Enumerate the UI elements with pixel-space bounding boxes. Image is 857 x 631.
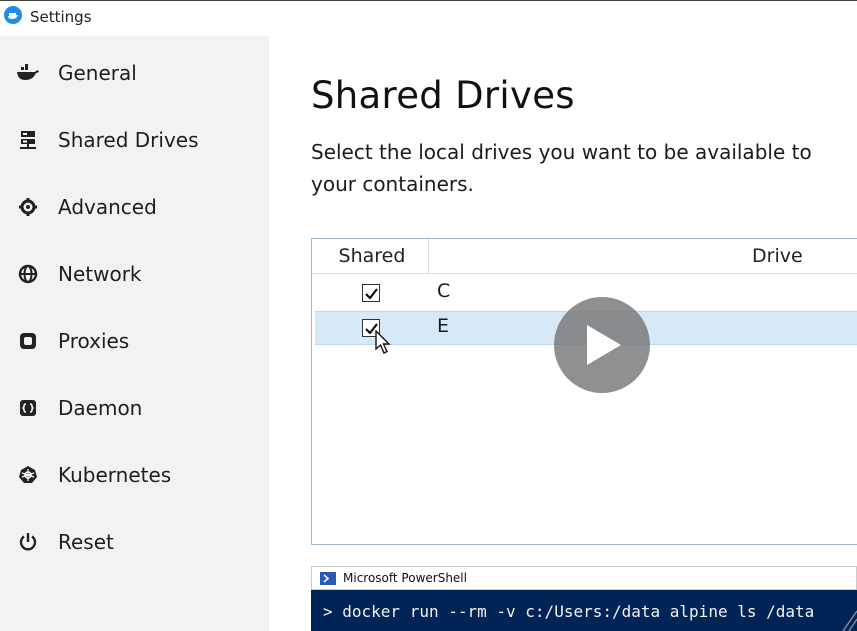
globe-icon	[16, 262, 40, 286]
sidebar-item-proxies[interactable]: Proxies	[0, 319, 269, 363]
table-header: Shared Drive	[312, 239, 857, 274]
sidebar-item-general[interactable]: General	[0, 51, 269, 95]
sidebar-item-daemon[interactable]: Daemon	[0, 386, 269, 430]
sidebar-item-advanced[interactable]: Advanced	[0, 185, 269, 229]
sidebar-item-label: General	[58, 61, 137, 85]
gear-icon	[16, 195, 40, 219]
sidebar-item-kubernetes[interactable]: Kubernetes	[0, 453, 269, 497]
docker-app-icon	[4, 6, 22, 24]
daemon-icon	[16, 396, 40, 420]
play-icon	[587, 325, 621, 365]
drive-letter: E	[437, 315, 450, 337]
powershell-icon	[320, 572, 336, 585]
sidebar-item-label: Advanced	[58, 195, 157, 219]
drive-letter: C	[437, 280, 451, 302]
checkmark-icon	[364, 287, 378, 299]
proxies-icon	[16, 329, 40, 353]
column-header-shared[interactable]: Shared	[316, 239, 429, 273]
sidebar-item-label: Shared Drives	[58, 128, 199, 152]
drives-table: Shared Drive C E	[311, 238, 857, 545]
kubernetes-icon	[16, 463, 40, 487]
column-header-drive[interactable]: Drive	[752, 239, 803, 273]
sidebar-item-label: Network	[58, 262, 142, 286]
powershell-titlebar: Microsoft PowerShell	[311, 566, 857, 590]
page-description: Select the local drives you want to be a…	[311, 140, 812, 196]
video-play-button[interactable]	[554, 297, 650, 393]
shared-checkbox[interactable]	[362, 284, 380, 302]
powershell-window: Microsoft PowerShell > docker run --rm -…	[311, 566, 857, 631]
sidebar-item-shared-drives[interactable]: Shared Drives	[0, 118, 269, 162]
window-titlebar: Settings	[0, 0, 857, 34]
sidebar-item-label: Kubernetes	[58, 463, 172, 487]
powershell-command: > docker run --rm -v c:/Users:/data alpi…	[323, 602, 815, 621]
window-title: Settings	[30, 8, 92, 26]
sidebar-item-network[interactable]: Network	[0, 252, 269, 296]
sidebar-item-label: Proxies	[58, 329, 130, 353]
powershell-title: Microsoft PowerShell	[343, 571, 467, 585]
sidebar-item-label: Reset	[58, 530, 114, 554]
mouse-cursor-icon	[375, 330, 391, 354]
resize-corner-icon	[842, 610, 857, 631]
sidebar: General Shared Drives Advanced Network P…	[0, 36, 269, 631]
power-icon	[16, 530, 40, 554]
shared-drives-icon	[16, 128, 40, 152]
sidebar-item-reset[interactable]: Reset	[0, 520, 269, 564]
sidebar-item-label: Daemon	[58, 396, 143, 420]
page-title: Shared Drives	[311, 74, 575, 117]
docker-whale-icon	[16, 61, 40, 85]
